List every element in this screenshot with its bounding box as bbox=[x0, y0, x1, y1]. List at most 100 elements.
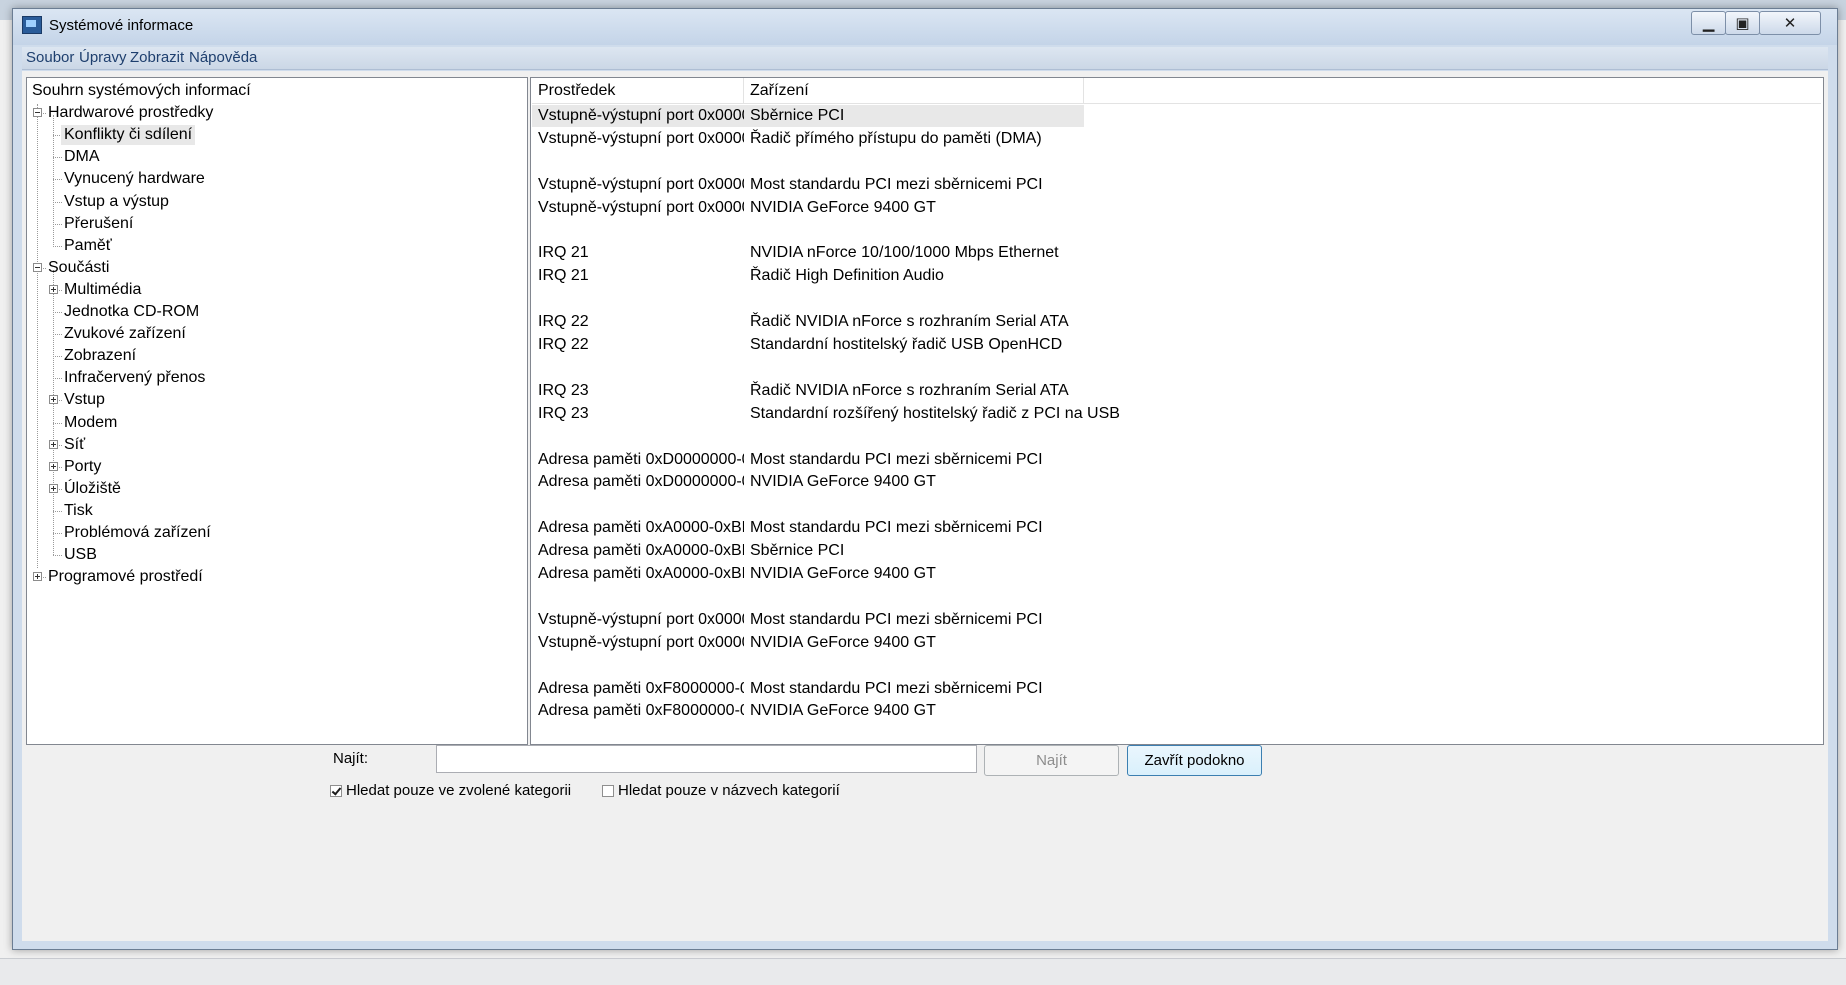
tree-item[interactable]: Zvukové zařízení bbox=[27, 324, 525, 344]
column-header-device[interactable]: Zařízení bbox=[744, 78, 1084, 104]
list-row[interactable]: Adresa paměti 0xF8000000-0x... Most stand… bbox=[532, 678, 1820, 700]
find-label: Najít: bbox=[333, 750, 369, 767]
list-row[interactable] bbox=[532, 426, 1820, 448]
collapse-icon[interactable] bbox=[33, 262, 42, 272]
menu-napoveda[interactable]: Nápověda bbox=[189, 49, 257, 66]
tree-item-label: Úložiště bbox=[64, 479, 121, 497]
maximize-button[interactable]: ▣ bbox=[1725, 11, 1760, 35]
tree-item[interactable]: Síť bbox=[27, 435, 525, 455]
tree-item[interactable]: Problémová zařízení bbox=[27, 523, 525, 543]
tree-item[interactable]: Součásti bbox=[27, 258, 525, 278]
list-row[interactable]: IRQ 23 Standardní rozšířený hostitelský ř… bbox=[532, 403, 1820, 425]
tree-item[interactable]: Souhrn systémových informací bbox=[27, 81, 525, 101]
minimize-icon: ▁ bbox=[1702, 14, 1715, 32]
tree-item-label: Jednotka CD-ROM bbox=[64, 303, 200, 320]
list-row[interactable]: Vstupně-výstupní port 0x0000... Sběrnice … bbox=[532, 105, 1084, 127]
tree-item[interactable]: Zobrazení bbox=[27, 346, 525, 366]
tree-item[interactable]: USB bbox=[27, 545, 525, 565]
list-row[interactable]: Vstupně-výstupní port 0x0000... Most stan… bbox=[532, 609, 1820, 631]
category-tree[interactable]: Souhrn systémových informací Hardwarové p… bbox=[26, 77, 528, 745]
tree-item-label: Infračervený přenos bbox=[64, 369, 206, 387]
list-row[interactable]: Adresa paměti 0xD0000000-0... Most standa… bbox=[532, 449, 1820, 471]
find-button[interactable]: Najít bbox=[984, 745, 1119, 776]
tree-item-label: Zvukové zařízení bbox=[64, 325, 186, 343]
expand-icon[interactable] bbox=[33, 572, 42, 582]
find-input[interactable] bbox=[436, 745, 977, 773]
list-row[interactable]: Adresa paměti 0xF8000000-0x... NVIDIA GeF… bbox=[532, 700, 1820, 722]
list-row[interactable] bbox=[532, 220, 1820, 242]
tree-item[interactable]: Porty bbox=[27, 457, 525, 477]
expand-icon[interactable] bbox=[49, 439, 58, 449]
tree-item[interactable]: Úložiště bbox=[27, 479, 525, 499]
tree-item[interactable]: Vstup bbox=[27, 390, 525, 410]
device-cell: NVIDIA GeForce 9400 GT bbox=[750, 473, 936, 491]
close-pane-button[interactable]: Zavřít podokno bbox=[1127, 745, 1262, 776]
expand-icon[interactable] bbox=[49, 395, 58, 405]
title-bar[interactable]: Systémové informace ▁ ▣ ✕ bbox=[13, 9, 1837, 45]
search-category-names-checkbox[interactable] bbox=[602, 785, 614, 797]
tree-item-label: Součásti bbox=[48, 258, 110, 276]
list-row[interactable] bbox=[532, 586, 1820, 608]
list-row[interactable] bbox=[532, 655, 1820, 677]
expand-icon[interactable] bbox=[49, 483, 58, 493]
list-row[interactable]: Vstupně-výstupní port 0x0000... Most stan… bbox=[532, 174, 1820, 196]
list-row[interactable] bbox=[532, 288, 1820, 310]
menu-upravy[interactable]: Úpravy bbox=[79, 49, 127, 66]
tree-item[interactable]: Hardwarové prostředky bbox=[27, 103, 525, 123]
collapse-icon[interactable] bbox=[33, 108, 42, 118]
tree-item[interactable]: Infračervený přenos bbox=[27, 368, 525, 388]
tree-item-label: Přerušení bbox=[64, 214, 134, 232]
list-row[interactable] bbox=[532, 357, 1820, 379]
device-cell: Most standardu PCI mezi sběrnicemi PCI bbox=[750, 450, 1043, 468]
tree-item[interactable]: Konflikty či sdílení bbox=[27, 125, 525, 146]
list-row[interactable]: Adresa paměti 0xA0000-0xBFF... Sběrnice P… bbox=[532, 540, 1820, 562]
tree-connector-line bbox=[53, 356, 62, 358]
list-row[interactable]: IRQ 21 Řadič High Definition Audio bbox=[532, 265, 1820, 287]
list-row[interactable] bbox=[532, 151, 1820, 173]
tree-item-label: Porty bbox=[64, 457, 102, 475]
expand-icon[interactable] bbox=[49, 461, 58, 471]
menu-soubor[interactable]: Soubor bbox=[26, 49, 74, 66]
menu-zobrazit[interactable]: Zobrazit bbox=[130, 49, 184, 66]
background-app-footer bbox=[0, 958, 1846, 985]
tree-item[interactable]: Jednotka CD-ROM bbox=[27, 302, 525, 322]
resource-cell: Adresa paměti 0xD0000000-0... bbox=[538, 473, 744, 491]
tree-item[interactable]: DMA bbox=[27, 147, 525, 167]
list-row[interactable] bbox=[532, 494, 1820, 516]
list-row[interactable]: Adresa paměti 0xA0000-0xBFF... NVIDIA GeF… bbox=[532, 563, 1820, 585]
minimize-button[interactable]: ▁ bbox=[1691, 11, 1726, 35]
tree-item-label: Tisk bbox=[64, 501, 93, 519]
search-selected-category-checkbox[interactable] bbox=[330, 785, 342, 797]
tree-item[interactable]: Přerušení bbox=[27, 214, 525, 234]
tree-item[interactable]: Vstup a výstup bbox=[27, 192, 525, 212]
list-row[interactable]: Vstupně-výstupní port 0x0000... NVIDIA Ge… bbox=[532, 632, 1820, 654]
tree-item[interactable]: Vynucený hardware bbox=[27, 169, 525, 189]
resource-cell: Adresa paměti 0xF8000000-0x... bbox=[538, 679, 744, 697]
list-row[interactable]: IRQ 22 Standardní hostitelský řadič USB O… bbox=[532, 334, 1820, 356]
details-list[interactable]: Prostředek Zařízení Vstupně-výstupní por… bbox=[530, 77, 1824, 745]
list-row[interactable]: IRQ 23 Řadič NVIDIA nForce s rozhraním Se… bbox=[532, 380, 1820, 402]
list-row[interactable]: Adresa paměti 0xA0000-0xBFF... Most stand… bbox=[532, 517, 1820, 539]
resource-cell: IRQ 21 bbox=[538, 267, 589, 285]
expand-icon[interactable] bbox=[49, 284, 58, 294]
tree-item[interactable]: Programové prostředí bbox=[27, 567, 525, 587]
list-row[interactable]: Vstupně-výstupní port 0x0000... NVIDIA Ge… bbox=[532, 197, 1820, 219]
close-button[interactable]: ✕ bbox=[1759, 11, 1821, 35]
tree-item-label: Multimédia bbox=[64, 280, 142, 298]
tree-item[interactable]: Paměť bbox=[27, 236, 525, 256]
tree-item-label: Vynucený hardware bbox=[64, 170, 205, 188]
column-header-resource[interactable]: Prostředek bbox=[532, 78, 744, 104]
device-cell: Standardní rozšířený hostitelský řadič z… bbox=[750, 404, 1120, 422]
tree-item[interactable]: Modem bbox=[27, 413, 525, 433]
tree-item[interactable]: Tisk bbox=[27, 501, 525, 521]
list-row[interactable]: Adresa paměti 0xD0000000-0... NVIDIA GeFo… bbox=[532, 471, 1820, 493]
tree-item[interactable]: Multimédia bbox=[27, 280, 525, 300]
tree-item-label: Síť bbox=[64, 435, 86, 453]
list-row[interactable]: Vstupně-výstupní port 0x0000... Řadič pří… bbox=[532, 128, 1820, 150]
list-row[interactable]: IRQ 22 Řadič NVIDIA nForce s rozhraním Se… bbox=[532, 311, 1820, 333]
list-row[interactable]: IRQ 21 NVIDIA nForce 10/100/1000 Mbps Eth… bbox=[532, 242, 1820, 264]
resource-cell: Adresa paměti 0xA0000-0xBFF... bbox=[538, 565, 744, 582]
tree-item-label: Paměť bbox=[64, 236, 112, 254]
tree-item-label: Problémová zařízení bbox=[64, 524, 211, 541]
device-cell: Most standardu PCI mezi sběrnicemi PCI bbox=[750, 679, 1043, 697]
